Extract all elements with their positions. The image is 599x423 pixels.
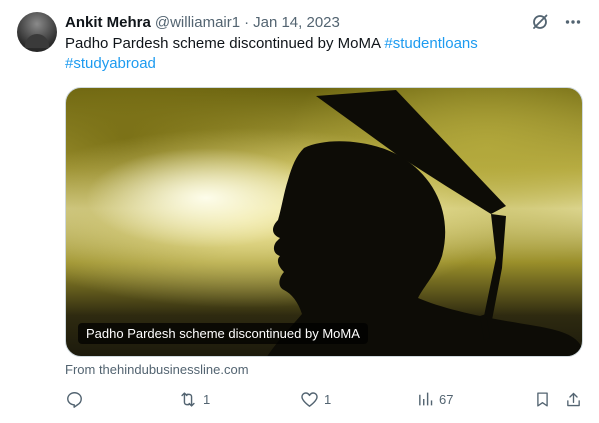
repost-button[interactable]: 1 [178,390,210,409]
media-card[interactable]: Padho Pardesh scheme discontinued by MoM… [65,87,583,357]
action-bar: 1 1 67 [65,390,585,412]
tweet-header: Ankit Mehra @williamair1 · Jan 14, 2023 [65,12,340,32]
tweet[interactable]: Ankit Mehra @williamair1 · Jan 14, 2023 … [0,0,599,423]
hashtag-link[interactable]: #studentloans [384,35,477,52]
post-date[interactable]: Jan 14, 2023 [253,14,340,31]
tweet-text: Padho Pardesh scheme discontinued by MoM… [65,34,575,74]
views-count: 67 [439,391,454,407]
like-button[interactable]: 1 [300,390,331,409]
bookmark-button[interactable] [534,390,551,409]
share-button[interactable] [565,390,582,409]
repost-icon [178,390,198,409]
link-source[interactable]: From thehindubusinessline.com [65,362,249,377]
reply-button[interactable] [65,390,89,409]
tweet-body: Padho Pardesh scheme discontinued by MoM… [65,35,381,52]
graduate-silhouette-image [267,90,582,356]
author-name[interactable]: Ankit Mehra [65,14,151,31]
header-actions [531,13,581,31]
bookmark-icon [534,390,551,409]
media-caption: Padho Pardesh scheme discontinued by MoM… [78,323,368,344]
like-count: 1 [324,392,332,407]
author-handle[interactable]: @williamair1 [155,14,240,31]
reply-icon [65,390,84,409]
separator-dot: · [244,13,250,31]
heart-icon [300,390,319,409]
slashed-circle-icon[interactable] [531,13,549,31]
avatar[interactable] [17,12,57,52]
views-bar-icon [417,390,434,408]
more-horizontal-icon[interactable] [565,14,581,30]
hashtag-link[interactable]: #studyabroad [65,55,156,72]
share-icon [565,390,582,409]
views-button[interactable]: 67 [417,390,453,408]
repost-count: 1 [203,392,211,407]
